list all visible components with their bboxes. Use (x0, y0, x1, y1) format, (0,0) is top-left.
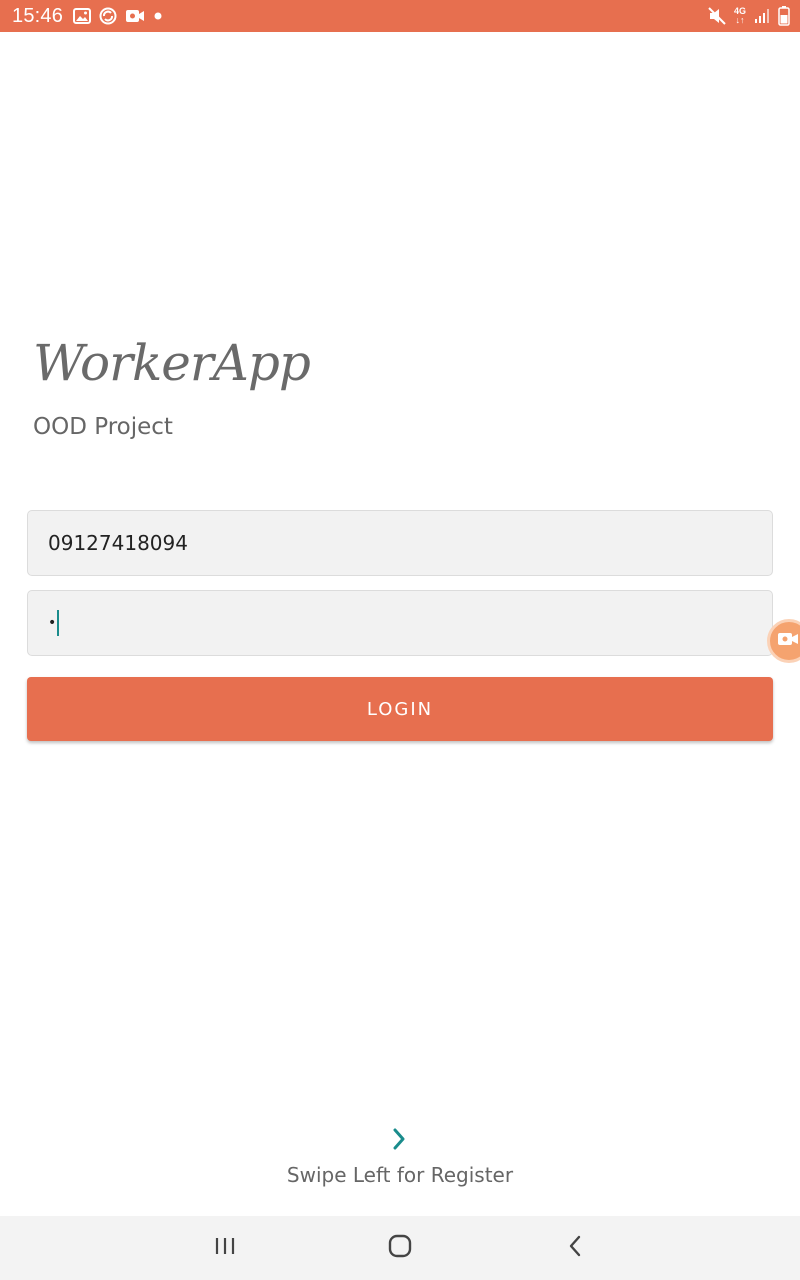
app-subtitle: OOD Project (33, 414, 173, 440)
login-button-label: LOGIN (366, 698, 434, 720)
status-notification-icons (73, 7, 163, 25)
status-system-icons: 4G ↓↑ (708, 0, 790, 32)
status-bar: 15:46 4G ↓↑ (0, 0, 800, 32)
battery-icon (778, 6, 790, 26)
status-time: 15:46 (12, 4, 64, 27)
dot-icon (153, 11, 163, 21)
network-label-bottom: ↓↑ (735, 15, 745, 25)
network-4g-icon: 4G ↓↑ (734, 7, 746, 25)
text-cursor (57, 610, 60, 636)
password-mask: • (48, 615, 57, 631)
swipe-register-hint[interactable]: Swipe Left for Register (0, 1126, 800, 1187)
video-camera-icon (777, 631, 799, 652)
login-button[interactable]: LOGIN (27, 677, 773, 741)
app-logo: WorkerApp (33, 334, 311, 392)
app-branding: WorkerApp OOD Project (33, 328, 311, 440)
recents-button[interactable] (185, 1216, 265, 1280)
phone-input[interactable]: 09127418094 (27, 510, 773, 576)
password-input[interactable]: • (27, 590, 773, 656)
system-nav-bar (0, 1216, 800, 1280)
phone-input-value: 09127418094 (48, 531, 188, 555)
swipe-register-label: Swipe Left for Register (286, 1163, 514, 1187)
screen-recorder-bubble[interactable] (767, 619, 800, 663)
signal-icon (754, 8, 770, 24)
image-icon (73, 8, 92, 24)
home-icon (388, 1234, 412, 1263)
recents-icon (214, 1236, 236, 1261)
chevron-right-icon (392, 1126, 408, 1154)
sync-icon (99, 7, 117, 25)
mute-icon (708, 7, 726, 25)
back-icon (567, 1234, 583, 1263)
home-button[interactable] (360, 1216, 440, 1280)
video-record-icon (125, 8, 145, 24)
back-button[interactable] (535, 1216, 615, 1280)
